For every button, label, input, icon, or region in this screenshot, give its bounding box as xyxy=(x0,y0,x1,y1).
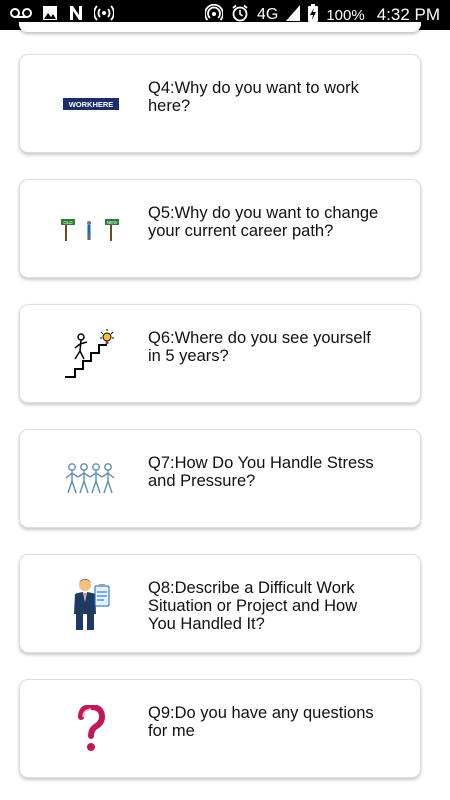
new-sign-text: NEW xyxy=(107,220,118,225)
battery-percent: 100% xyxy=(326,6,365,24)
question-text: Q4:Why do you want to work here? xyxy=(148,79,359,115)
question-card-q4[interactable]: WORKHERE Q4:Why do you want to work here… xyxy=(19,54,421,153)
question-card-q8[interactable]: Q8:Describe a Difficult Work Situation o… xyxy=(19,554,421,653)
question-text: Q9:Do you have any questions for me xyxy=(148,704,374,740)
question-card-q6[interactable]: Q6:Where do you see yourself in 5 years? xyxy=(19,304,421,403)
workhere-sign-icon: WORKHERE xyxy=(56,73,126,135)
stairs-lightbulb-icon xyxy=(56,323,126,385)
question-card-q9[interactable]: Q9:Do you have any questions for me xyxy=(19,679,421,778)
question-text: Q6:Where do you see yourself in 5 years? xyxy=(148,329,371,365)
workhere-sign-text: WORKHERE xyxy=(69,100,114,109)
previous-question-card-edge[interactable] xyxy=(19,22,421,32)
question-text: Q5:Why do you want to change your curren… xyxy=(148,204,379,240)
career-crossroads-icon: OLD NEW xyxy=(56,198,126,260)
team-figures-icon xyxy=(56,448,126,510)
question-card-q7[interactable]: Q7:How Do You Handle Stress and Pressure… xyxy=(19,429,421,528)
question-text: Q7:How Do You Handle Stress and Pressure… xyxy=(148,454,374,490)
question-card-q5[interactable]: OLD NEW Q5:Why do you want to change you… xyxy=(19,179,421,278)
question-text: Q8:Describe a Difficult Work Situation o… xyxy=(148,579,358,633)
old-sign-text: OLD xyxy=(63,220,73,225)
question-mark-icon xyxy=(56,698,126,760)
businessman-clipboard-icon xyxy=(56,573,126,635)
